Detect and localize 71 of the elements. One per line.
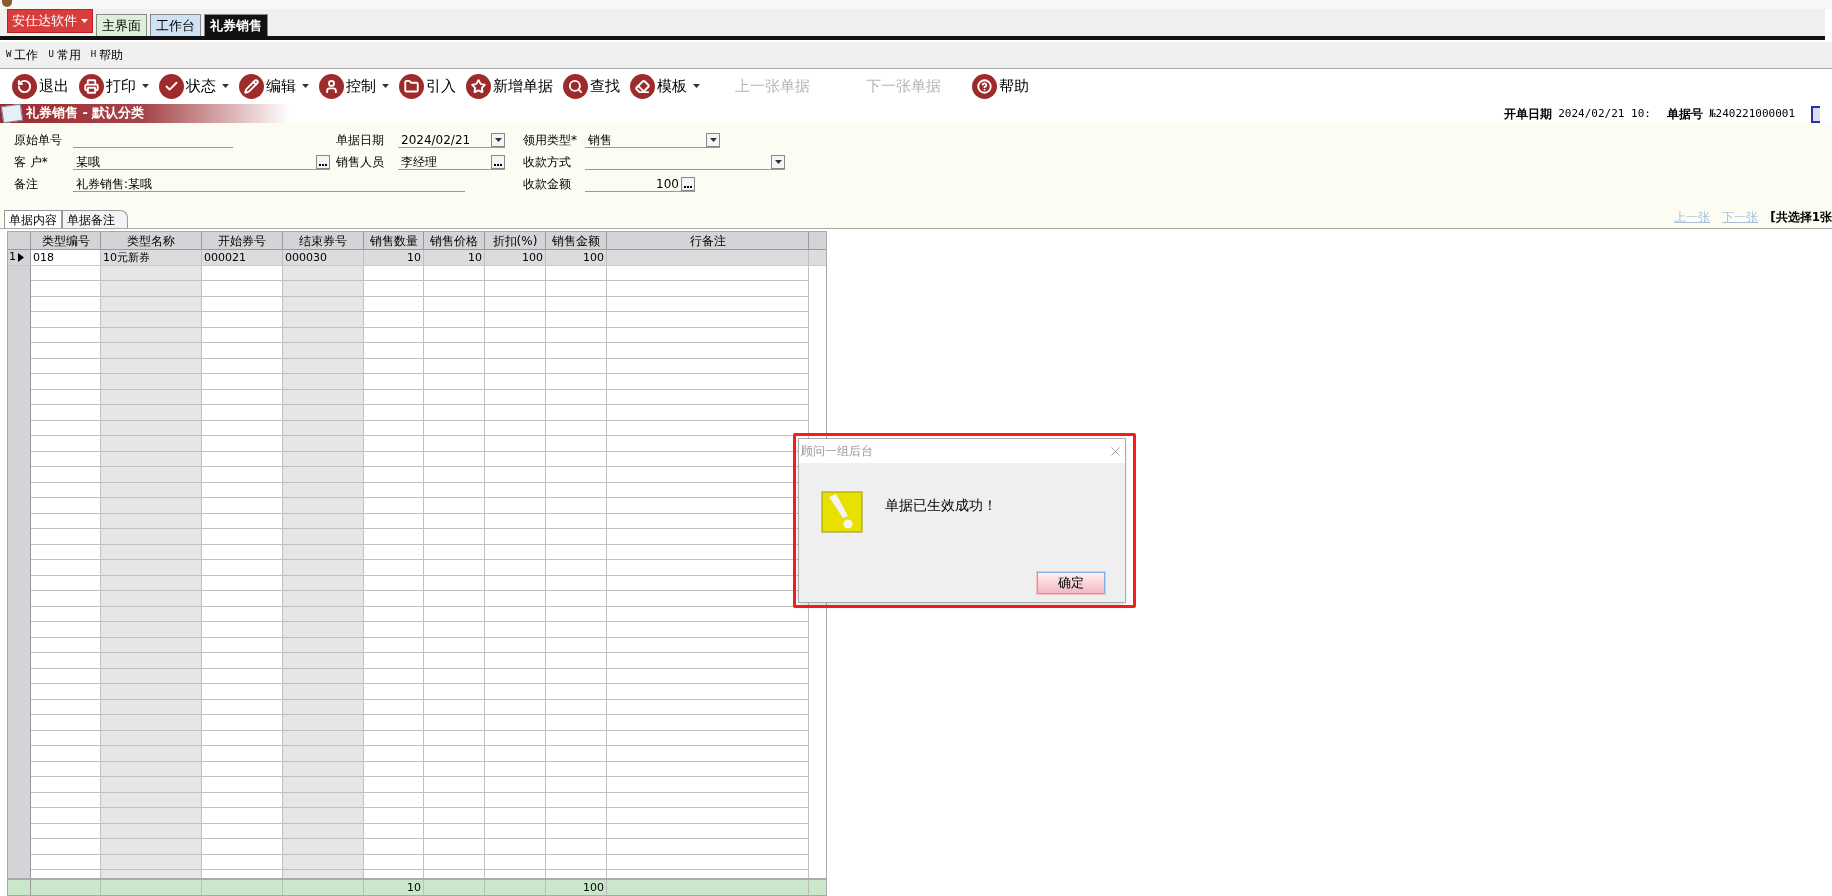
field-label: 销售人员 (336, 154, 385, 171)
menu-item[interactable]: U 常用 (48, 46, 81, 64)
hotkey-label: H (90, 48, 97, 62)
form-field[interactable]: 某哦 (73, 154, 330, 170)
menu-item[interactable]: W 工作 (6, 46, 39, 64)
info-value: №240221000001 (1708, 105, 1795, 122)
ok-button[interactable]: 确定 (1037, 572, 1105, 594)
table-cell: 000021 (202, 250, 283, 265)
row-number: 1 (9, 250, 16, 265)
tab[interactable]: 单据备注 (62, 210, 128, 228)
total-cell: 100 (546, 880, 607, 895)
hotkey-label: W (6, 48, 12, 62)
toolbar-button[interactable]: 控制 (319, 73, 393, 99)
toolbar-button[interactable]: 状态 (159, 73, 233, 99)
total-cell: 10 (364, 880, 424, 895)
column-header[interactable]: 销售价格 (424, 232, 485, 249)
toolbar-button[interactable]: 帮助 (972, 73, 1033, 99)
toolbar-button[interactable]: 引入 (399, 73, 460, 99)
info-label: 单据号 (1666, 106, 1703, 123)
form-field[interactable]: 2024/02/21 (398, 132, 505, 148)
info-value: 2024/02/21 10: (1558, 105, 1651, 122)
field-label: 单据日期 (336, 132, 385, 149)
field-value: 销售 (587, 131, 613, 149)
toolbar-button[interactable]: 退出 (12, 73, 73, 99)
column-header[interactable]: 结束券号 (283, 232, 364, 249)
column-header[interactable]: 销售数量 (364, 232, 424, 249)
table-cell: 100 (485, 250, 546, 265)
column-header[interactable]: 销售金额 (546, 232, 607, 249)
table-cell: 000030 (283, 250, 364, 265)
field-label: 收款金额 (523, 176, 572, 193)
tab[interactable]: 工作台 (150, 14, 201, 36)
info-label: 开单日期 (1504, 106, 1553, 123)
toolbar-button[interactable]: 新增单据 (466, 73, 557, 99)
hotkey-label: U (48, 48, 54, 62)
form-field[interactable]: 销售 (585, 132, 720, 148)
field-label: 原始单号 (14, 132, 63, 149)
column-header[interactable]: 折扣(%) (485, 232, 546, 249)
section-title: 礼券销售 - 默认分类 (26, 104, 145, 123)
column-header[interactable]: 类型名称 (101, 232, 202, 249)
dialog-title: 顾问一组后台 (801, 443, 873, 460)
column-header[interactable]: 行备注 (607, 232, 809, 249)
row-header[interactable]: 1 (8, 250, 31, 265)
table-cell: 10 (424, 250, 485, 265)
field-value: 李经理 (400, 153, 438, 171)
dialog-message: 单据已生效成功！ (885, 496, 997, 515)
tab[interactable]: 主界面 (96, 14, 147, 36)
field-label: 收款方式 (523, 154, 572, 171)
form-field[interactable]: 李经理 (398, 154, 505, 170)
table-cell: 100 (546, 250, 607, 265)
tab[interactable]: 礼券销售 (204, 14, 268, 36)
tab[interactable]: 单据内容 (4, 210, 62, 228)
field-label: 客 户* (14, 154, 49, 171)
field-value: 100 (655, 175, 680, 193)
menu-item[interactable]: H 帮助 (90, 46, 124, 64)
field-value: 某哦 (75, 153, 101, 171)
form-field[interactable]: 100 (585, 176, 695, 192)
form-field[interactable]: 礼券销售:某哦 (73, 176, 465, 192)
toolbar-button[interactable]: 编辑 (239, 73, 313, 99)
toolbar-button[interactable]: 打印 (79, 73, 153, 99)
toolbar-button[interactable]: 查找 (563, 73, 624, 99)
field-value: 2024/02/21 (400, 131, 472, 149)
table-cell: 10 (364, 250, 424, 265)
table-cell: 018 (31, 250, 101, 265)
column-header[interactable]: 类型编号 (31, 232, 101, 249)
field-label: 备注 (14, 176, 39, 193)
toolbar-button[interactable]: 模板 (630, 73, 704, 99)
brand-menu-button[interactable]: 安仕达软件 (7, 9, 93, 33)
table-cell: 10元新券 (101, 250, 202, 265)
selection-summary: [共选择1张 (1770, 209, 1832, 226)
field-label: 领用类型* (523, 132, 578, 149)
column-header[interactable]: 开始券号 (202, 232, 283, 249)
